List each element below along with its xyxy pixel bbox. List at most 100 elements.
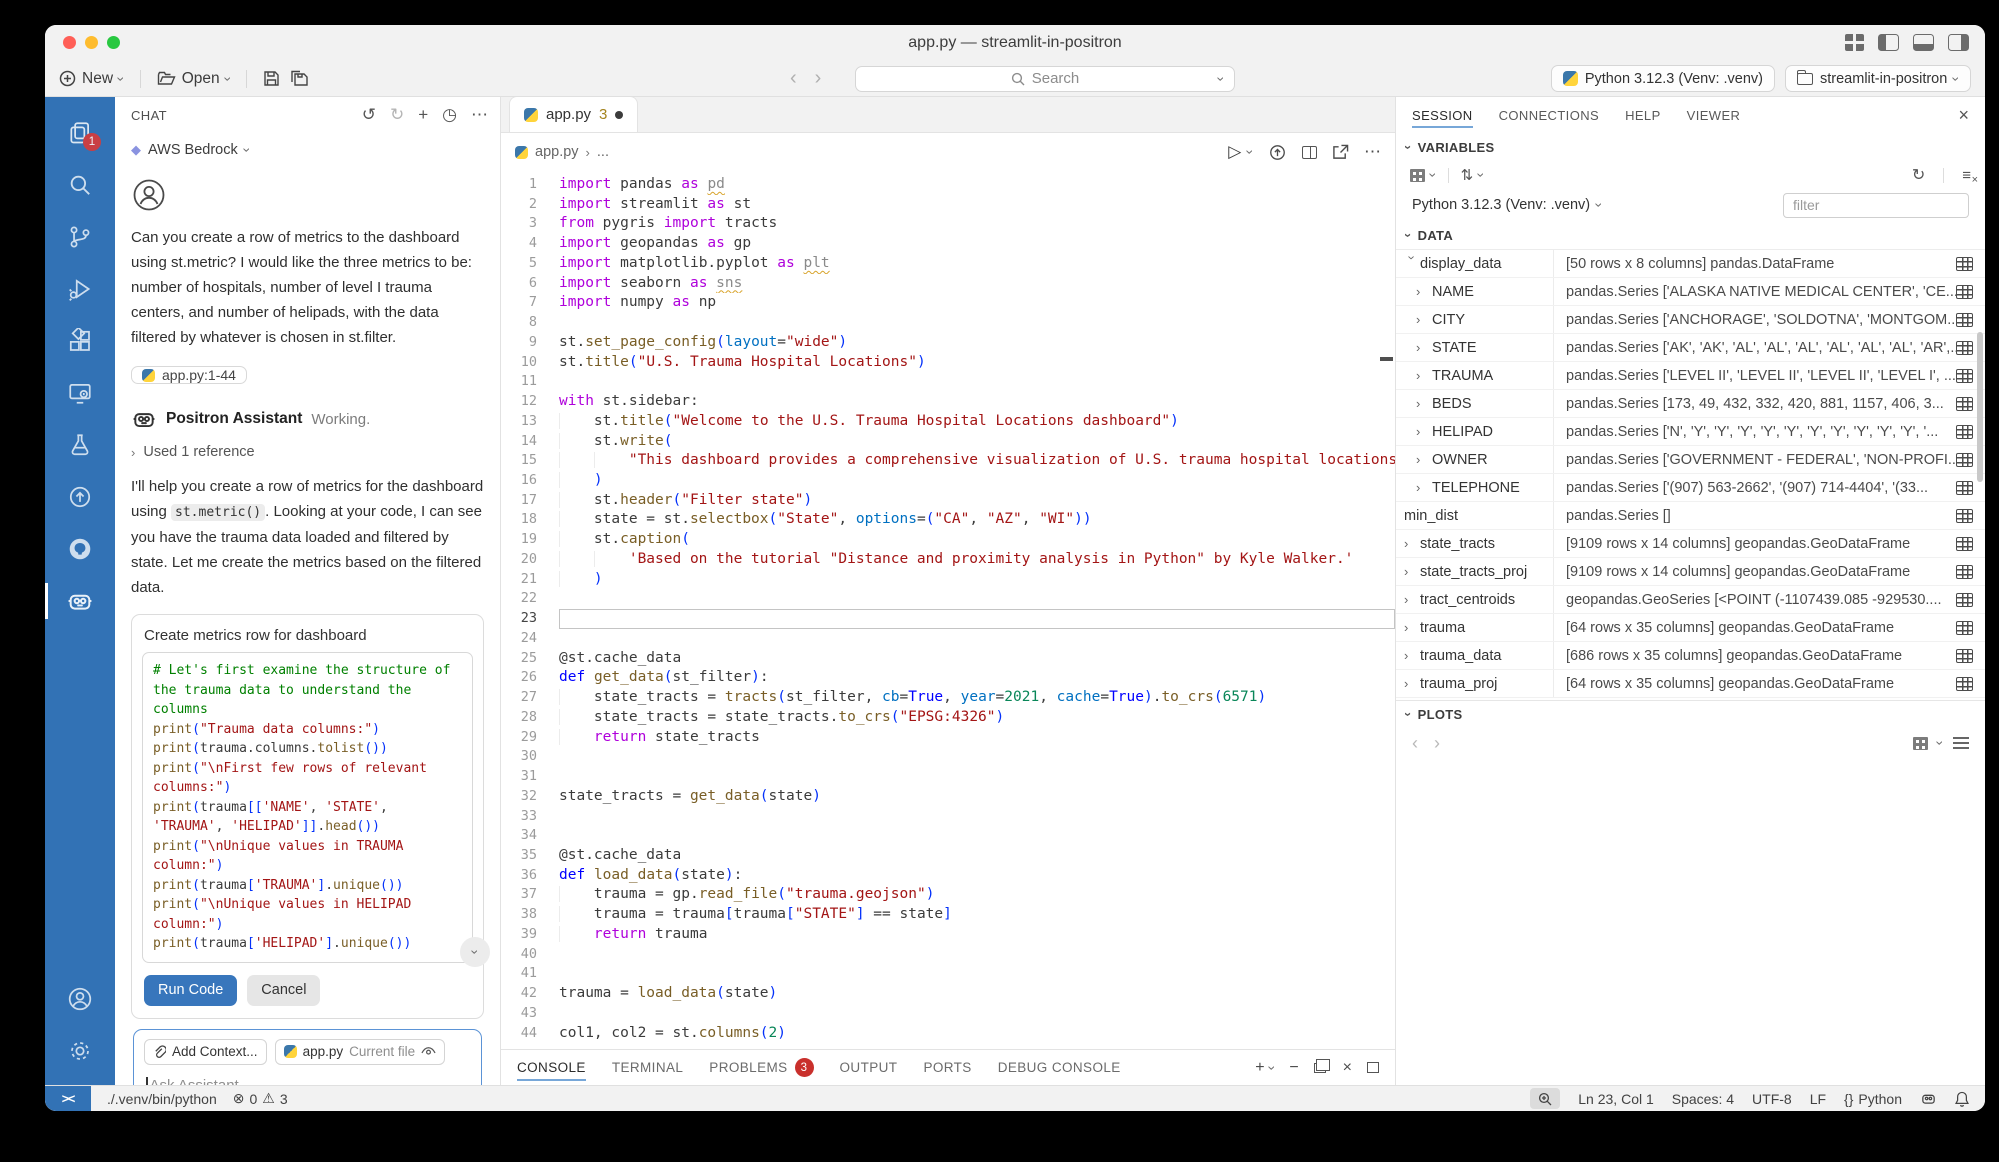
reference-disclosure[interactable]: › Used 1 reference xyxy=(131,444,484,460)
open-in-data-explorer-icon[interactable] xyxy=(1956,424,1973,439)
variable-row[interactable]: › trauma_proj [64 rows x 35 columns] geopa… xyxy=(1396,670,1985,698)
code-line[interactable]: 19 st.caption( xyxy=(501,530,1395,550)
line-number[interactable]: 13 xyxy=(501,412,559,432)
code-line[interactable]: 24 xyxy=(501,629,1395,649)
redo-icon[interactable]: ↻ xyxy=(390,105,404,125)
code-line[interactable]: 5 import matplotlib.pyplot as plt xyxy=(501,254,1395,274)
breadcrumb[interactable]: app.py › ... xyxy=(515,144,609,160)
line-number[interactable]: 37 xyxy=(501,885,559,905)
code-line[interactable]: 9 st.set_page_config(layout="wide") xyxy=(501,333,1395,353)
code-line[interactable]: 42 trauma = load_data(state) xyxy=(501,984,1395,1004)
code-line[interactable]: 35 @st.cache_data xyxy=(501,846,1395,866)
line-number[interactable]: 9 xyxy=(501,333,559,353)
variable-row[interactable]: › TRAUMA pandas.Series ['LEVEL II', 'LEVEL… xyxy=(1396,362,1985,390)
sidebar-item-account[interactable] xyxy=(45,973,115,1025)
variable-row[interactable]: › BEDS pandas.Series [173, 49, 432, 332, 4… xyxy=(1396,390,1985,418)
open-in-data-explorer-icon[interactable] xyxy=(1956,620,1973,635)
variable-row[interactable]: › state_tracts [9109 rows x 14 columns] ge… xyxy=(1396,530,1985,558)
global-search-input[interactable]: Search › xyxy=(855,65,1235,92)
toggle-right-panel-icon[interactable] xyxy=(1948,34,1969,51)
variable-name-cell[interactable]: min_dist xyxy=(1396,502,1554,529)
variable-row[interactable]: › STATE pandas.Series ['AK', 'AK', 'AL', '… xyxy=(1396,334,1985,362)
code-line[interactable]: 27 state_tracts = tracts(st_filter, cb=T… xyxy=(501,688,1395,708)
line-number[interactable]: 2 xyxy=(501,195,559,215)
variable-row[interactable]: › CITY pandas.Series ['ANCHORAGE', 'SOLDOT… xyxy=(1396,306,1985,334)
line-number[interactable]: 5 xyxy=(501,254,559,274)
open-in-data-explorer-icon[interactable] xyxy=(1956,340,1973,355)
panel-tab-output[interactable]: OUTPUT xyxy=(840,1050,898,1086)
chat-input-box[interactable]: Add Context... app.py Current file Ask A… xyxy=(133,1028,482,1085)
code-line[interactable]: 41 xyxy=(501,964,1395,984)
code-line[interactable]: 12 with st.sidebar: xyxy=(501,392,1395,412)
variable-row[interactable]: › display_data [50 rows x 8 columns] panda… xyxy=(1396,250,1985,278)
breadcrumb-file[interactable]: app.py xyxy=(535,144,579,160)
variable-name-cell[interactable]: › state_tracts xyxy=(1396,530,1554,557)
line-number[interactable]: 6 xyxy=(501,274,559,294)
forward-icon[interactable]: › xyxy=(815,67,822,90)
chevron-right-icon[interactable]: › xyxy=(1416,368,1432,383)
eol-status[interactable]: LF xyxy=(1810,1091,1826,1107)
line-number[interactable]: 10 xyxy=(501,353,559,373)
line-number[interactable]: 14 xyxy=(501,432,559,452)
remote-indicator[interactable]: >< xyxy=(45,1086,91,1111)
sidebar-item-github[interactable] xyxy=(45,523,115,575)
line-number[interactable]: 40 xyxy=(501,945,559,965)
line-number[interactable]: 7 xyxy=(501,293,559,313)
code-line[interactable]: 23 xyxy=(501,609,1395,629)
minimize-window-button[interactable] xyxy=(85,36,98,49)
chevron-right-icon[interactable]: › xyxy=(1416,340,1432,355)
new-button[interactable]: New › xyxy=(59,70,129,88)
open-in-data-explorer-icon[interactable] xyxy=(1956,368,1973,383)
code-line[interactable]: 21 ) xyxy=(501,570,1395,590)
line-number[interactable]: 16 xyxy=(501,471,559,491)
variable-name-cell[interactable]: › display_data xyxy=(1396,250,1554,277)
variable-row[interactable]: › trauma [64 rows x 35 columns] geopandas.… xyxy=(1396,614,1985,642)
code-line[interactable]: 26 def get_data(st_filter): xyxy=(501,668,1395,688)
dirty-indicator-icon[interactable] xyxy=(615,110,624,119)
back-icon[interactable]: ‹ xyxy=(790,67,797,90)
chevron-right-icon[interactable]: › xyxy=(1416,312,1432,327)
open-in-data-explorer-icon[interactable] xyxy=(1956,452,1973,467)
line-number[interactable]: 35 xyxy=(501,846,559,866)
variable-name-cell[interactable]: › NAME xyxy=(1396,278,1554,305)
chevron-right-icon[interactable]: › xyxy=(1404,564,1420,579)
variable-name-cell[interactable]: › TRAUMA xyxy=(1396,362,1554,389)
chevron-right-icon[interactable]: › xyxy=(1416,480,1432,495)
runtime-selector[interactable]: Python 3.12.3 (Venv: .venv) › filter xyxy=(1396,189,1985,221)
code-line[interactable]: 44 col1, col2 = st.columns(2) xyxy=(501,1024,1395,1044)
variable-name-cell[interactable]: › trauma xyxy=(1396,614,1554,641)
line-number[interactable]: 12 xyxy=(501,392,559,412)
variable-name-cell[interactable]: › trauma_data xyxy=(1396,642,1554,669)
line-number[interactable]: 15 xyxy=(501,451,559,471)
previous-plot-icon[interactable]: ‹ xyxy=(1412,733,1418,754)
chevron-down-icon[interactable]: › xyxy=(1264,1065,1280,1070)
chevron-right-icon[interactable]: › xyxy=(1404,536,1420,551)
line-number[interactable]: 42 xyxy=(501,984,559,1004)
context-chip[interactable]: app.py:1-44 xyxy=(131,366,247,384)
code-line[interactable]: 22 xyxy=(501,589,1395,609)
breadcrumb-tail[interactable]: ... xyxy=(597,144,609,160)
open-in-data-explorer-icon[interactable] xyxy=(1956,536,1973,551)
sidebar-item-sessions[interactable] xyxy=(45,367,115,419)
open-in-data-explorer-icon[interactable] xyxy=(1956,676,1973,691)
language-status[interactable]: {} Python xyxy=(1844,1091,1902,1107)
code-line[interactable]: 37 trauma = gp.read_file("trauma.geojson… xyxy=(501,885,1395,905)
code-line[interactable]: 30 xyxy=(501,747,1395,767)
variable-row[interactable]: › OWNER pandas.Series ['GOVERNMENT - FEDER… xyxy=(1396,446,1985,474)
code-line[interactable]: 17 st.header("Filter state") xyxy=(501,491,1395,511)
run-code-button[interactable]: Run Code xyxy=(144,974,238,1006)
line-number[interactable]: 11 xyxy=(501,372,559,392)
code-line[interactable]: 15 "This dashboard provides a comprehens… xyxy=(501,451,1395,471)
scrollbar[interactable] xyxy=(1977,332,1983,482)
chevron-right-icon[interactable]: › xyxy=(1404,592,1420,607)
variable-row[interactable]: › TELEPHONE pandas.Series ['(907) 563-2662… xyxy=(1396,474,1985,502)
chevron-down-icon[interactable]: › xyxy=(1474,173,1490,178)
line-number[interactable]: 30 xyxy=(501,747,559,767)
line-number[interactable]: 31 xyxy=(501,767,559,787)
tab-connections[interactable]: CONNECTIONS xyxy=(1499,97,1599,133)
sidebar-item-search[interactable] xyxy=(45,159,115,211)
variable-row[interactable]: › HELIPAD pandas.Series ['N', 'Y', 'Y', 'Y… xyxy=(1396,418,1985,446)
group-by-icon[interactable] xyxy=(1410,168,1425,182)
sidebar-item-source-control[interactable] xyxy=(45,211,115,263)
next-plot-icon[interactable]: › xyxy=(1434,733,1440,754)
